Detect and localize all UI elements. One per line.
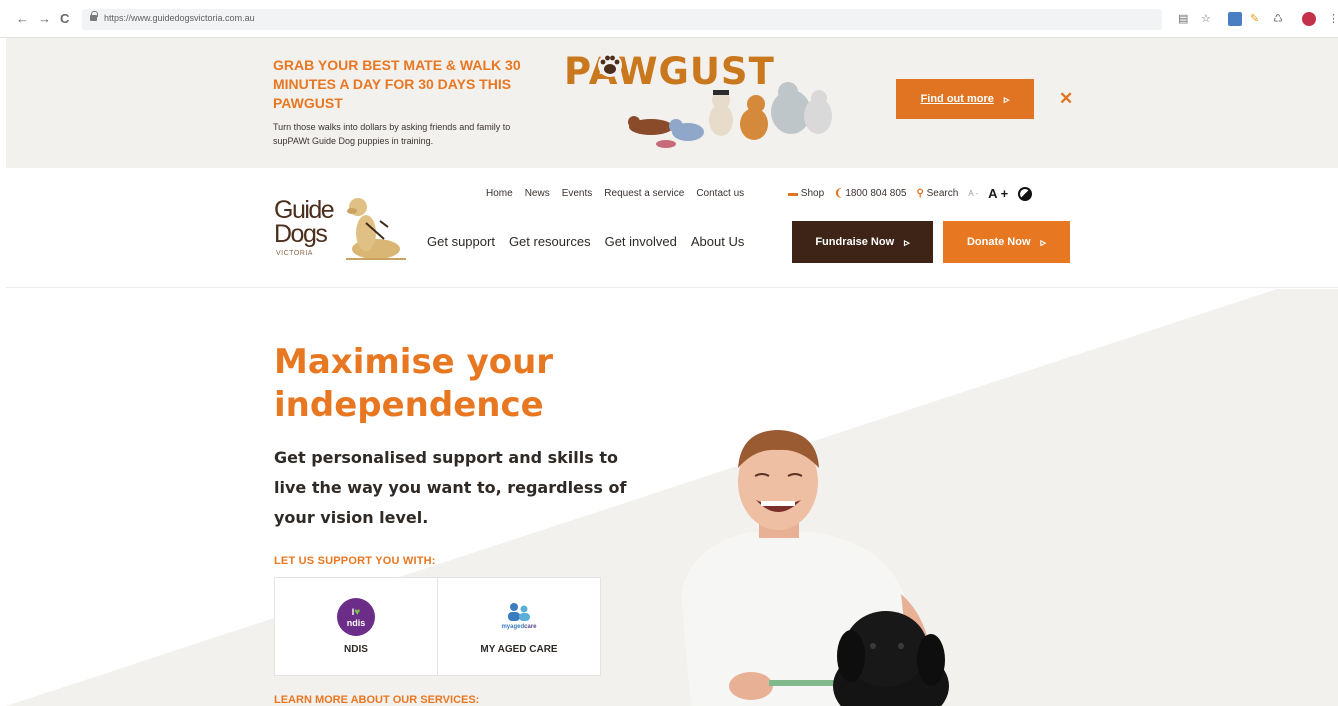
donate-now-button[interactable]: Donate Now ▹ — [943, 221, 1070, 263]
utility-nav: Home News Events Request a service Conta… — [486, 188, 744, 200]
nav-get-involved[interactable]: Get involved — [605, 234, 677, 250]
reload-icon[interactable]: C — [60, 12, 69, 26]
site-header: Guide Dogs VICTORIA Home News Events Req… — [6, 168, 1338, 288]
main-nav: Get support Get resources Get involved A… — [427, 234, 744, 250]
hero-subtitle: Get personalised support and skills to l… — [274, 448, 627, 527]
forward-icon[interactable]: → — [38, 12, 51, 26]
nav-get-support[interactable]: Get support — [427, 234, 495, 250]
logo-text-care: care — [524, 624, 537, 630]
menu-dots-icon[interactable]: ⋮ — [1328, 13, 1338, 25]
shop-cart-icon: ▬ — [788, 188, 798, 199]
people-icon — [507, 603, 530, 621]
man-with-guide-dog-photo — [681, 430, 949, 706]
shop-link[interactable]: ▬ Shop — [788, 188, 824, 200]
search-icon: ⚲ — [916, 188, 924, 199]
search-link[interactable]: ⚲ Search — [916, 188, 958, 200]
url-text[interactable]: https://www.guidedogsvictoria.com.au — [104, 13, 255, 23]
heart-icon: ♥ — [354, 606, 361, 618]
extension-pencil-icon[interactable]: ✎ — [1250, 13, 1259, 25]
bookmark-star-icon[interactable]: ☆ — [1201, 13, 1211, 25]
utility-actions: ▬ Shop ❨ 1800 804 805 ⚲ Search A - A + — [788, 187, 1033, 201]
font-increase-button[interactable]: A + — [988, 187, 1008, 200]
ndis-card-label: NDIS — [344, 644, 368, 655]
fundraise-now-button[interactable]: Fundraise Now ▹ — [792, 221, 933, 263]
hero-title: Maximise your independence — [274, 342, 554, 425]
close-banner-icon[interactable]: ✕ — [1059, 90, 1073, 107]
font-decrease-button[interactable]: A - — [968, 188, 978, 200]
logo-text-aged: aged — [510, 624, 525, 630]
nav-about-us[interactable]: About Us — [691, 234, 744, 250]
promo-heading: GRAB YOUR BEST MATE & WALK 30 MINUTES A … — [273, 57, 521, 111]
translate-icon[interactable]: ▤ — [1178, 13, 1188, 25]
util-link-home[interactable]: Home — [486, 188, 513, 200]
browser-toolbar: ← → C https://www.guidedogsvictoria.com.… — [0, 0, 1338, 38]
my-aged-care-card[interactable]: myagedcare MY AGED CARE — [437, 578, 600, 675]
my-aged-care-logo-icon: myagedcare — [501, 602, 537, 630]
ndis-card[interactable]: I♥ ndis NDIS — [275, 578, 437, 675]
site-logo[interactable]: Guide Dogs — [274, 196, 335, 248]
promo-text: Turn those walks into dollars by asking … — [273, 122, 511, 146]
contrast-toggle-icon[interactable] — [1018, 187, 1033, 201]
my-aged-care-logo-text: myagedcare — [501, 624, 536, 630]
paw-icon — [598, 53, 622, 77]
search-label: Search — [926, 188, 959, 199]
hero-section: Maximise your independence Get personali… — [6, 289, 1338, 706]
fundraise-now-label: Fundraise Now — [815, 236, 895, 248]
cartoon-dogs-illustration — [628, 82, 832, 148]
donate-now-label: Donate Now — [966, 236, 1031, 248]
extension-icon[interactable] — [1228, 12, 1242, 26]
util-link-news[interactable]: News — [525, 188, 550, 200]
guide-dog-logo-icon — [346, 198, 406, 260]
support-heading: LET US SUPPORT YOU WITH: — [274, 555, 436, 567]
logo-text-my: my — [501, 624, 511, 630]
promo-banner: GRAB YOUR BEST MATE & WALK 30 MINUTES A … — [6, 38, 1338, 168]
phone-icon: ❨ — [834, 188, 843, 199]
play-arrow-icon: ▹ — [904, 236, 910, 249]
phone-link[interactable]: ❨ 1800 804 805 — [834, 188, 906, 200]
profile-avatar-icon[interactable] — [1302, 12, 1316, 26]
extension-recycle-icon[interactable]: ♺ — [1273, 13, 1283, 25]
util-link-events[interactable]: Events — [562, 188, 593, 200]
my-aged-care-card-label: MY AGED CARE — [480, 644, 558, 655]
shop-label: Shop — [800, 188, 825, 199]
find-out-more-label: Find out more — [920, 93, 994, 105]
play-arrow-icon: ▹ — [1003, 93, 1010, 106]
lock-icon — [90, 11, 98, 21]
find-out-more-button[interactable]: Find out more ▹ — [896, 79, 1034, 119]
support-cards: I♥ ndis NDIS myagedcare MY AGED CARE — [274, 577, 601, 676]
logo-subtitle: VICTORIA — [276, 250, 313, 257]
learn-more-heading: LEARN MORE ABOUT OUR SERVICES: — [274, 694, 480, 706]
util-link-contact[interactable]: Contact us — [696, 188, 744, 200]
phone-label: 1800 804 805 — [845, 188, 907, 199]
nav-get-resources[interactable]: Get resources — [509, 234, 591, 250]
ndis-logo-icon: I♥ ndis — [337, 598, 375, 636]
logo-line-dogs: Dogs — [274, 220, 328, 248]
back-icon[interactable]: ← — [16, 12, 29, 26]
util-link-request-service[interactable]: Request a service — [604, 188, 684, 200]
ndis-logo-text: I♥ — [352, 607, 360, 618]
logo-line-guide: Guide — [274, 196, 335, 224]
ndis-logo-word: ndis — [346, 617, 366, 628]
play-arrow-icon: ▹ — [1040, 236, 1047, 249]
